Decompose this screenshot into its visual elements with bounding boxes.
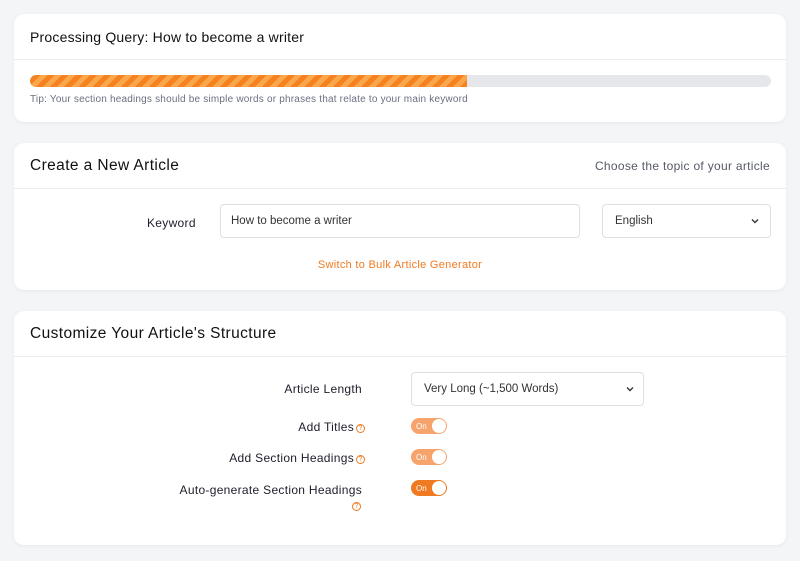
add-section-headings-text: Add Section Headings xyxy=(229,451,354,465)
help-icon[interactable]: ? xyxy=(356,455,365,464)
keyword-label: Keyword xyxy=(147,216,196,230)
toggle-knob xyxy=(432,450,446,464)
processing-title: Processing Query: How to become a writer xyxy=(30,28,305,45)
toggle-on-label: On xyxy=(416,452,427,462)
structure-card: Customize Your Article's Structure Artic… xyxy=(14,311,786,545)
add-titles-text: Add Titles xyxy=(298,420,354,434)
article-length-value: Very Long (~1,500 Words) xyxy=(424,383,559,395)
create-article-header: Create a New Article Choose the topic of… xyxy=(14,143,786,189)
help-icon[interactable]: ? xyxy=(356,424,365,433)
chevron-down-icon xyxy=(626,387,634,392)
topic-hint: Choose the topic of your article xyxy=(594,158,770,173)
toggle-on-label: On xyxy=(416,421,427,431)
add-section-headings-label: Add Section Headings? xyxy=(229,451,365,465)
toggle-knob xyxy=(432,419,446,433)
add-titles-label: Add Titles? xyxy=(298,420,365,434)
language-value: English xyxy=(615,215,653,227)
add-section-headings-toggle[interactable]: On xyxy=(411,449,447,465)
create-article-card: Create a New Article Choose the topic of… xyxy=(14,143,786,290)
processing-header: Processing Query: How to become a writer xyxy=(14,14,786,60)
create-article-title: Create a New Article xyxy=(30,156,180,174)
article-length-label: Article Length xyxy=(284,382,362,396)
tip-text: Tip: Your section headings should be sim… xyxy=(30,94,468,105)
auto-headings-toggle[interactable]: On xyxy=(411,480,447,496)
add-titles-toggle[interactable]: On xyxy=(411,418,447,434)
help-icon[interactable]: ? xyxy=(352,502,361,511)
bulk-generator-link[interactable]: Switch to Bulk Article Generator xyxy=(14,259,786,271)
toggle-on-label: On xyxy=(416,483,427,493)
progress-bar xyxy=(30,75,771,87)
toggle-knob xyxy=(432,481,446,495)
structure-title: Customize Your Article's Structure xyxy=(30,324,277,342)
processing-card: Processing Query: How to become a writer… xyxy=(14,14,786,122)
article-length-select[interactable]: Very Long (~1,500 Words) xyxy=(411,372,644,406)
structure-header: Customize Your Article's Structure xyxy=(14,311,786,357)
language-select[interactable]: English xyxy=(602,204,771,238)
auto-headings-label: Auto-generate Section Headings xyxy=(179,483,362,497)
chevron-down-icon xyxy=(751,219,759,224)
progress-fill xyxy=(30,75,468,87)
keyword-input[interactable] xyxy=(220,204,580,238)
